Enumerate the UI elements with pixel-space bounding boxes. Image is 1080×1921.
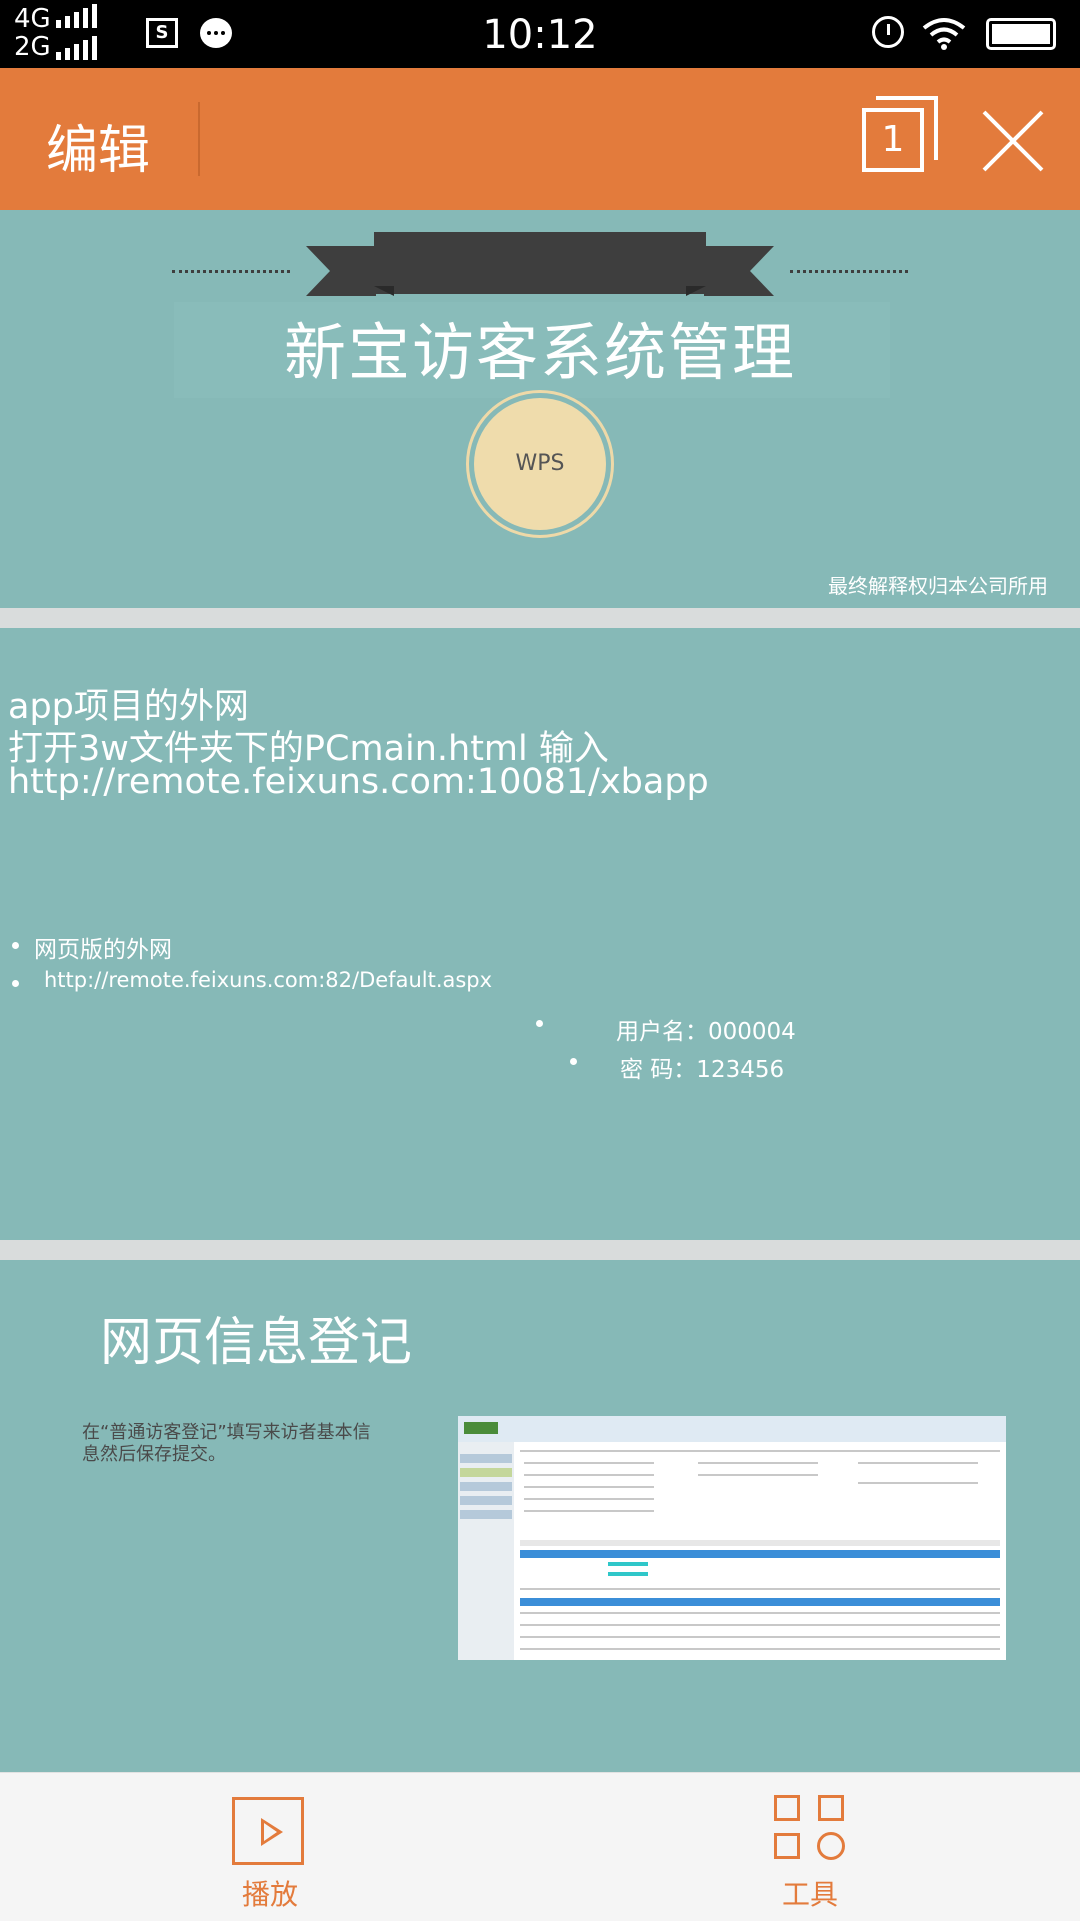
battery-icon [986, 18, 1056, 50]
screenshot-rule [698, 1474, 818, 1476]
screenshot-rule [520, 1636, 1000, 1638]
screenshot-rule [524, 1462, 654, 1464]
screenshot-rule [520, 1450, 1000, 1452]
bullet-item: 网页版的外网 [34, 937, 172, 963]
screenshot-highlight [608, 1572, 648, 1576]
slide-thumbnail-3[interactable]: 网页信息登记 在“普通访客登记”填写来访者基本信息然后保存提交。 [0, 1260, 1080, 1772]
screenshot-rule [520, 1588, 1000, 1590]
slide-footnote: 最终解释权归本公司所用 [828, 574, 1048, 598]
play-button[interactable]: 播放 [190, 1773, 350, 1921]
page-count-button[interactable]: 1 [862, 108, 924, 172]
status-bar: 4G 2G S 10:12 [0, 0, 1080, 68]
play-label: 播放 [241, 1878, 298, 1911]
screenshot-rule [858, 1482, 978, 1484]
screenshot-rule [520, 1612, 1000, 1614]
screenshot-rule [858, 1462, 978, 1464]
ribbon-decoration [750, 246, 774, 296]
screenshot-rule [524, 1474, 654, 1476]
screenshot-rule [524, 1486, 654, 1488]
alarm-icon [872, 16, 904, 48]
screenshot-notice [520, 1540, 1000, 1546]
screenshot-table-header [520, 1598, 1000, 1606]
bullet-item: http://remote.feixuns.com:82/Default.asp… [44, 968, 493, 992]
screenshot-sidebar [458, 1442, 514, 1660]
wps-badge: WPS [474, 398, 606, 530]
play-triangle-inner [264, 1823, 277, 1841]
tools-label: 工具 [781, 1878, 838, 1911]
screenshot-highlight [608, 1562, 648, 1566]
screenshot-rule [520, 1648, 1000, 1650]
dotted-divider-left [172, 270, 290, 273]
slide-thumbnail-1[interactable]: 新宝访客系统管理 WPS 最终解释权归本公司所用 [0, 210, 1080, 608]
ribbon-fold [686, 286, 706, 296]
screenshot-header [458, 1416, 1006, 1442]
url-text: http://remote.feixuns.com:10081/xbapp [8, 762, 709, 802]
bullet-icon [570, 1058, 577, 1065]
slide-description: 在“普通访客登记”填写来访者基本信息然后保存提交。 [82, 1422, 371, 1465]
webpage-screenshot-image [458, 1416, 1006, 1660]
close-button[interactable] [978, 106, 1048, 176]
ribbon-decoration [704, 246, 750, 296]
bullet-icon [12, 942, 19, 949]
screenshot-rule [524, 1498, 654, 1500]
screenshot-rule [520, 1624, 1000, 1626]
wifi-icon [922, 18, 966, 50]
bullet-item: 用户名：000004 [616, 1019, 796, 1045]
bottom-toolbar: 播放 工具 [0, 1772, 1080, 1921]
screenshot-logo [464, 1422, 498, 1434]
play-icon [232, 1797, 304, 1865]
dotted-divider-right [790, 270, 908, 273]
ribbon-fold [374, 286, 394, 296]
screenshot-table-header [520, 1550, 1000, 1558]
app-bar: 编辑 1 [0, 68, 1080, 210]
ribbon-decoration [374, 232, 706, 294]
screenshot-rule [524, 1510, 654, 1512]
divider [198, 102, 200, 176]
ribbon-decoration [330, 246, 376, 296]
edit-button[interactable]: 编辑 [46, 108, 150, 183]
bullet-icon [12, 980, 19, 987]
slide-title: 新宝访客系统管理 [283, 316, 796, 389]
ribbon-decoration [306, 246, 330, 296]
tools-button[interactable]: 工具 [730, 1773, 890, 1921]
slide-title: 网页信息登记 [100, 1313, 413, 1373]
grid-icon [774, 1795, 848, 1869]
bullet-item: 密 码：123456 [620, 1057, 785, 1083]
bullet-icon [536, 1020, 543, 1027]
screenshot-rule [698, 1462, 818, 1464]
slide-thumbnail-2[interactable]: app项目的外网 打开3w文件夹下的PCmain.html 输入 http://… [0, 628, 1080, 1240]
clock: 10:12 [482, 12, 598, 58]
